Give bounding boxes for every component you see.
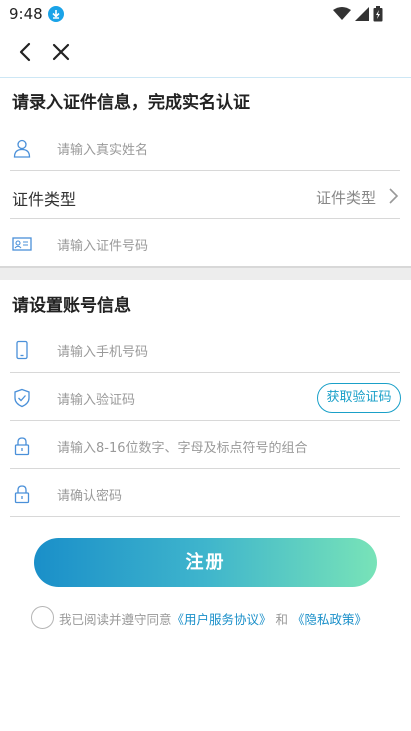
wifi-icon — [333, 7, 351, 20]
user-agreement-link[interactable]: 《用户服务协议》 — [172, 612, 272, 627]
section-divider — [0, 266, 411, 280]
nav-divider — [0, 77, 411, 78]
account-section-title: 请设置账号信息 — [12, 296, 131, 316]
real-name-field[interactable]: 请输入真实姓名 — [10, 125, 400, 171]
status-icons — [333, 6, 383, 22]
register-button[interactable]: 注册 — [34, 538, 377, 587]
status-bar: 9:48 — [0, 0, 411, 28]
agreement-prefix: 我已阅读并遵守同意 — [59, 612, 172, 627]
lock-icon — [14, 485, 30, 504]
agreement-checkbox[interactable] — [31, 606, 54, 629]
close-icon[interactable] — [50, 41, 72, 63]
real-name-input[interactable]: 请输入真实姓名 — [57, 139, 148, 158]
id-number-field[interactable]: 请输入证件号码 — [10, 221, 400, 267]
status-time: 9:48 — [9, 5, 43, 23]
id-type-select[interactable]: 证件类型 证件类型 — [10, 173, 400, 219]
confirm-password-field[interactable]: 请确认密码 — [10, 471, 400, 517]
phone-icon — [16, 340, 28, 360]
verification-code-field[interactable]: 请输入验证码 获取验证码 — [10, 375, 401, 421]
chevron-right-icon — [389, 188, 399, 204]
id-card-icon — [12, 237, 32, 251]
shield-icon — [14, 388, 30, 408]
lock-icon — [14, 437, 30, 456]
id-number-input[interactable]: 请输入证件号码 — [57, 235, 148, 254]
agreement-and: 和 — [275, 612, 289, 627]
back-icon[interactable] — [14, 41, 36, 63]
battery-icon — [373, 6, 383, 22]
download-icon — [48, 6, 64, 22]
user-icon — [13, 139, 31, 158]
identity-section-title: 请录入证件信息，完成实名认证 — [12, 93, 250, 113]
phone-field[interactable]: 请输入手机号码 — [10, 327, 400, 373]
privacy-policy-link[interactable]: 《隐私政策》 — [292, 612, 367, 627]
id-type-label: 证件类型 — [12, 190, 77, 209]
signal-icon — [355, 7, 369, 21]
phone-input[interactable]: 请输入手机号码 — [57, 341, 148, 360]
id-type-value[interactable]: 证件类型 — [316, 187, 376, 208]
agreement-row: 我已阅读并遵守同意《用户服务协议》 和 《隐私政策》 — [31, 604, 401, 630]
confirm-password-input[interactable]: 请确认密码 — [57, 485, 122, 504]
verification-code-input[interactable]: 请输入验证码 — [57, 389, 135, 408]
get-code-button[interactable]: 获取验证码 — [317, 383, 401, 413]
password-field[interactable]: 请输入8-16位数字、字母及标点符号的组合 — [10, 423, 400, 469]
password-input[interactable]: 请输入8-16位数字、字母及标点符号的组合 — [57, 437, 308, 456]
nav-bar — [0, 30, 411, 76]
agreement-text: 我已阅读并遵守同意《用户服务协议》 和 《隐私政策》 — [59, 609, 367, 628]
